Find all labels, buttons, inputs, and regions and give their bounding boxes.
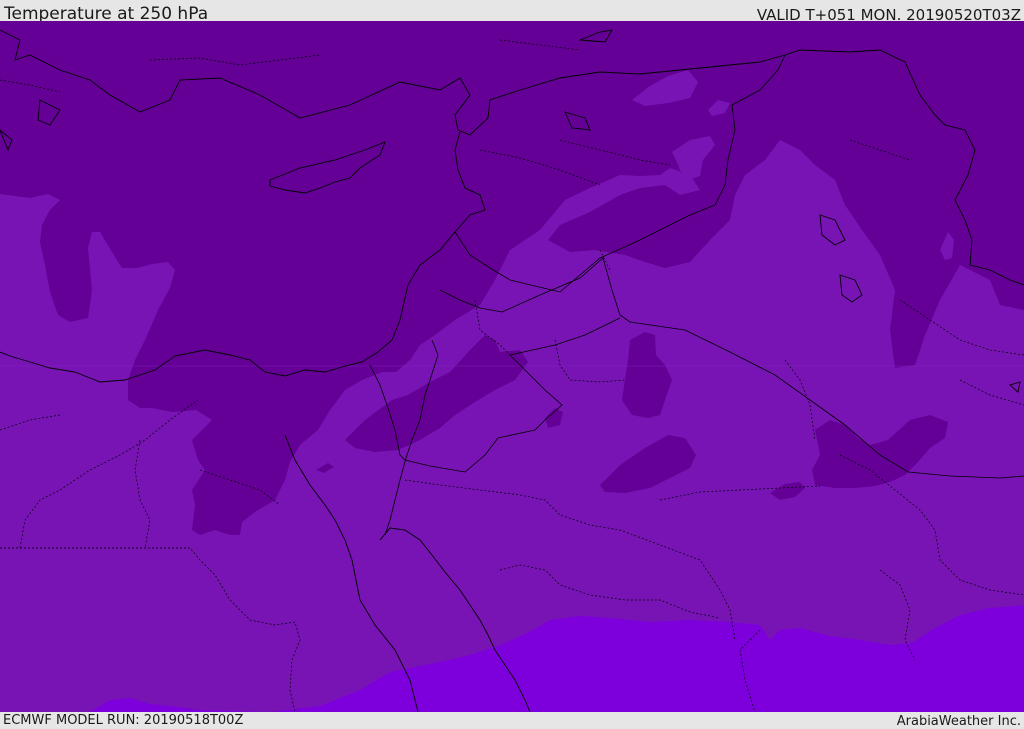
model-run-label: ECMWF MODEL RUN: 20190518T00Z: [3, 713, 244, 728]
credit-label: ArabiaWeather Inc.: [896, 714, 1021, 729]
temperature-map: [0, 21, 1024, 712]
map-frame: Temperature at 250 hPa VALID T+051 MON. …: [0, 0, 1024, 729]
